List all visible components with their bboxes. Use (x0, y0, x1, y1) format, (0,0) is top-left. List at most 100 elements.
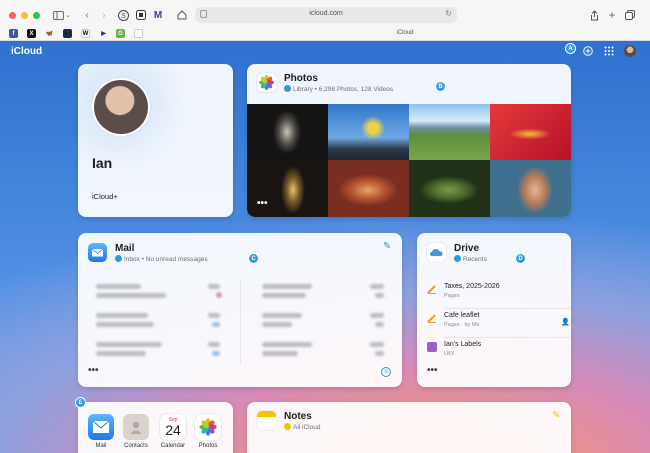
inbox-icon (115, 255, 122, 262)
mail-subtitle: Inbox • No unread messages (115, 255, 208, 263)
photos-more-button[interactable]: ••• (257, 198, 268, 209)
home-icon[interactable] (176, 8, 188, 22)
calendar-icon: Sep 24 (160, 414, 186, 440)
wikipedia-favorite-icon[interactable]: W (81, 29, 90, 38)
photos-app-icon (257, 73, 276, 92)
url-text: icloud.com (309, 10, 343, 17)
photo-thumbnail[interactable] (409, 160, 490, 217)
photos-card[interactable]: Photos Library • 6,298 Photos, 128 Video… (247, 64, 571, 217)
drive-card[interactable]: Drive Recents D Taxes, 2025-2026 Pages C… (417, 233, 571, 387)
mail-message-row[interactable] (96, 339, 236, 363)
x-favorite-icon[interactable]: X (27, 29, 36, 38)
tab-overview-icon[interactable] (624, 8, 636, 22)
profile-plan: iCloud+ (92, 192, 118, 201)
blank-favorite-icon[interactable] (134, 29, 143, 38)
add-icon[interactable] (582, 45, 594, 57)
photo-thumbnail[interactable] (409, 104, 490, 160)
dark-site-favorite-icon[interactable] (63, 29, 72, 38)
chevron-down-icon[interactable]: ⌄ (64, 8, 72, 22)
blurred-text (208, 284, 220, 289)
mail-more-button[interactable]: ••• (88, 365, 99, 376)
close-window-button[interactable] (9, 12, 16, 19)
extension-square-icon[interactable] (135, 8, 147, 22)
mail-card[interactable]: Mail Inbox • No unread messages C ✎ ••• … (78, 233, 402, 387)
blurred-text (262, 284, 312, 289)
mail-message-row[interactable] (262, 339, 402, 363)
icloud-page: iCloud A Ian iCloud+ Photos Library • 6,… (0, 41, 650, 453)
callout-badge-b: B (435, 81, 446, 92)
mail-message-row[interactable] (262, 281, 402, 305)
forward-button[interactable]: › (98, 8, 110, 22)
mail-icon (88, 414, 114, 440)
blurred-text (212, 351, 220, 356)
drive-file-name: Cafe leaflet (444, 312, 480, 319)
tab-title[interactable]: iCloud (300, 30, 510, 36)
mail-app-tile[interactable]: Mail (87, 414, 115, 449)
back-button[interactable]: ‹ (81, 8, 93, 22)
blurred-text (208, 313, 220, 318)
site-favorite-icon[interactable]: ▶ (99, 29, 108, 38)
drive-file-row[interactable]: Cafe leaflet Pages · by Me 👤 (427, 310, 571, 338)
photo-thumbnail[interactable] (328, 160, 409, 217)
notes-subtitle: All iCloud (284, 423, 320, 431)
zoom-window-button[interactable] (33, 12, 40, 19)
contacts-app-tile[interactable]: Contacts (122, 414, 150, 449)
logo-text: iCloud (11, 46, 43, 57)
drive-more-button[interactable]: ••• (427, 365, 438, 376)
drive-file-meta: Pages · by Me (444, 322, 480, 328)
photo-thumbnail[interactable] (328, 104, 409, 160)
address-bar[interactable]: icloud.com ↻ (195, 7, 457, 23)
row-divider (444, 308, 571, 309)
blurred-badge (216, 292, 222, 298)
profile-card[interactable]: Ian iCloud+ (78, 64, 233, 217)
share-icon[interactable] (588, 8, 600, 22)
app-label: Contacts (124, 443, 148, 449)
sidebar-toggle-icon[interactable] (52, 8, 64, 22)
facebook-favorite-icon[interactable]: f (9, 29, 18, 38)
app-launcher-icon[interactable] (603, 45, 615, 57)
row-divider (444, 337, 571, 338)
pages-file-icon (427, 313, 437, 323)
blurred-text (96, 313, 148, 318)
drive-file-row[interactable]: Ian's Labels LBX (427, 339, 571, 367)
browser-chrome: ⌄ ‹ › S M icloud.com ↻ + f X 🦋 W ▶ G iCl… (0, 0, 650, 41)
blurred-text (96, 351, 146, 356)
blurred-text (262, 293, 306, 298)
green-site-favorite-icon[interactable]: G (116, 29, 125, 38)
new-tab-icon[interactable]: + (606, 8, 618, 22)
new-note-icon[interactable]: ✎ (552, 410, 560, 421)
drive-file-meta: Pages (444, 293, 460, 299)
callout-badge-c: C (248, 253, 259, 264)
account-avatar[interactable] (624, 45, 636, 57)
photos-app-tile[interactable]: Photos (194, 414, 222, 449)
compose-icon[interactable]: ✎ (383, 241, 391, 252)
blurred-text (375, 322, 384, 327)
mail-message-row[interactable] (262, 310, 402, 334)
blurred-text (212, 322, 220, 327)
column-divider (240, 279, 241, 365)
library-icon (284, 85, 291, 92)
apps-card: Mail Contacts Sep 24 Calendar Photos (78, 402, 233, 453)
photo-thumbnail[interactable] (490, 104, 571, 160)
notes-card[interactable]: Notes All iCloud ✎ (247, 402, 571, 453)
calendar-day: 24 (165, 422, 181, 438)
blurred-text (370, 342, 384, 347)
drive-file-name: Ian's Labels (444, 341, 482, 348)
mail-message-row[interactable] (96, 281, 236, 305)
drive-file-row[interactable]: Taxes, 2025-2026 Pages (427, 281, 571, 309)
callout-badge-d: D (515, 253, 526, 264)
mail-message-row[interactable] (96, 310, 236, 334)
reload-icon[interactable]: ↻ (445, 9, 452, 18)
icloud-logo[interactable]: iCloud (11, 46, 42, 57)
svg-text:S: S (121, 13, 126, 20)
extension-m-icon[interactable]: M (152, 8, 164, 22)
filter-icon[interactable]: ≡ (381, 367, 391, 377)
calendar-app-tile[interactable]: Sep 24 Calendar (159, 414, 187, 449)
extension-s-icon[interactable]: S (117, 8, 129, 22)
app-label: Photos (198, 443, 218, 449)
photo-thumbnail[interactable] (490, 160, 571, 217)
minimize-window-button[interactable] (21, 12, 28, 19)
photo-thumbnail[interactable] (247, 104, 328, 160)
profile-photo-frame (92, 78, 150, 136)
bluesky-favorite-icon[interactable]: 🦋 (45, 29, 54, 38)
